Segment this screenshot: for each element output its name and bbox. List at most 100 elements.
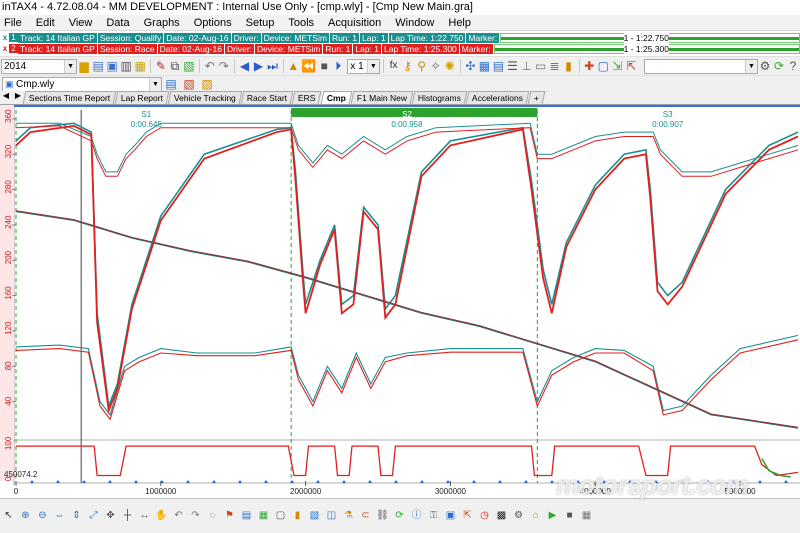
zoom-y-icon[interactable]: ⇕ — [70, 509, 84, 523]
tab-add[interactable]: + — [527, 91, 546, 104]
tab-race-start[interactable]: Race Start — [240, 91, 294, 104]
search-icon[interactable]: ⚲ — [416, 58, 428, 74]
flag-icon[interactable]: ⚑ — [223, 509, 237, 523]
stop-icon[interactable]: ■ — [318, 58, 330, 74]
menu-acquisition[interactable]: Acquisition — [321, 15, 388, 31]
stack-icon[interactable]: ≣ — [549, 58, 561, 74]
chevron-down-icon[interactable]: ▼ — [64, 59, 77, 73]
lap-timeline[interactable]: 1 - 1:25.300 — [493, 43, 800, 54]
run-row[interactable]: x 2 Track: 14 Italian GP Session: Race Date:… — [0, 43, 800, 54]
measure-icon[interactable]: ↔ — [138, 509, 152, 523]
timer-icon[interactable]: ◷ — [478, 509, 492, 523]
chevron-down-icon[interactable]: ▼ — [149, 77, 161, 91]
tab-scroll-left-icon[interactable]: ◀ — [1, 88, 11, 104]
next-icon[interactable]: ▶ — [253, 58, 265, 74]
paste-icon[interactable]: ▧ — [183, 58, 195, 74]
tab-lap-report[interactable]: Lap Report — [114, 91, 170, 104]
chevron-down-icon[interactable]: ▼ — [366, 59, 379, 73]
save-icon[interactable]: ▣ — [106, 58, 118, 74]
export-icon[interactable]: ⇱ — [461, 509, 475, 523]
tag-icon[interactable]: ⌂ — [529, 509, 543, 523]
open-icon[interactable]: ▤ — [92, 58, 104, 74]
export-icon[interactable]: ▦ — [134, 58, 146, 74]
telemetry-chart[interactable]: 360 320 280 240 200 160 120 80 40 100 0 S10:00.645 S… — [0, 105, 800, 495]
tab-f1-main-new[interactable]: F1 Main New — [350, 91, 414, 104]
color-grid-icon[interactable]: ✚ — [583, 58, 595, 74]
checker-icon[interactable]: ▩ — [495, 509, 509, 523]
lightbulb-icon[interactable]: ✺ — [444, 58, 456, 74]
overlay-icon[interactable]: ▧ — [308, 509, 322, 523]
settings-icon[interactable]: ⚙ — [759, 58, 771, 74]
undo-icon[interactable]: ↶ — [204, 58, 216, 74]
grid-icon[interactable]: ▦ — [580, 509, 594, 523]
import-icon[interactable]: ⇲ — [611, 58, 623, 74]
speed-combo[interactable]: x 1 ▼ — [347, 58, 380, 74]
copy-icon[interactable]: ⧉ — [169, 58, 181, 74]
year-combo[interactable]: 2014 ▼ — [1, 58, 78, 74]
delete-layout-icon[interactable]: ▨ — [199, 76, 215, 92]
run-row[interactable]: x 1 Track: 14 Italian GP Session: Qualify Da… — [0, 32, 800, 43]
save-icon[interactable]: ▣ — [444, 509, 458, 523]
play-icon[interactable]: ▶ — [546, 509, 560, 523]
chevron-down-icon[interactable]: ▼ — [744, 59, 757, 73]
redo-icon[interactable]: ↷ — [189, 509, 203, 523]
pan-icon[interactable]: ✥ — [104, 509, 118, 523]
table-icon[interactable]: ▦ — [257, 509, 271, 523]
rewind-icon[interactable]: ⏪ — [301, 58, 316, 74]
cursor-icon[interactable]: ┼ — [121, 509, 135, 523]
filter-icon[interactable]: ⚗ — [342, 509, 356, 523]
close-run-icon[interactable]: x — [1, 44, 9, 53]
grid-icon[interactable]: ▦ — [478, 58, 490, 74]
menu-setup[interactable]: Setup — [239, 15, 282, 31]
function-icon[interactable]: fx — [388, 58, 400, 74]
folder-icon[interactable]: ▆ — [78, 58, 90, 74]
info-icon[interactable]: ⓘ — [410, 509, 424, 523]
track-icon[interactable]: ▲ — [287, 58, 299, 74]
tab-accelerations[interactable]: Accelerations — [465, 91, 530, 104]
split-icon[interactable]: ◫ — [325, 509, 339, 523]
tab-vehicle-tracking[interactable]: Vehicle Tracking — [167, 91, 243, 104]
menu-file[interactable]: File — [0, 15, 29, 31]
help-icon[interactable]: ? — [787, 58, 799, 74]
zoom-fit-icon[interactable]: ⤢ — [87, 509, 101, 523]
tools-icon[interactable]: ✎ — [155, 58, 167, 74]
menu-options[interactable]: Options — [187, 15, 239, 31]
lock-icon[interactable]: ⚿ — [427, 509, 441, 523]
tab-histograms[interactable]: Histograms — [411, 91, 468, 104]
tab-ers[interactable]: ERS — [292, 91, 323, 104]
menu-data[interactable]: Data — [99, 15, 136, 31]
box-icon[interactable]: ▢ — [274, 509, 288, 523]
chart-icon[interactable]: ▤ — [240, 509, 254, 523]
pointer-icon[interactable]: ↖ — [2, 509, 16, 523]
prev-icon[interactable]: ◀ — [239, 58, 251, 74]
table-icon[interactable]: ▤ — [492, 58, 504, 74]
display-combo[interactable]: ▼ — [644, 58, 758, 74]
menu-view[interactable]: View — [62, 15, 100, 31]
lap-timeline[interactable]: 1 - 1:22.750 — [500, 32, 800, 43]
wrench-icon[interactable]: ✧ — [430, 58, 442, 74]
magnet-icon[interactable]: ⊂ — [359, 509, 373, 523]
redo-icon[interactable]: ↷ — [218, 58, 230, 74]
tab-scroll-right-icon[interactable]: ▶ — [13, 88, 23, 104]
undo-icon[interactable]: ↶ — [172, 509, 186, 523]
refresh-icon[interactable]: ⟳ — [773, 58, 785, 74]
hand-icon[interactable]: ✋ — [155, 509, 169, 523]
list-icon[interactable]: ☰ — [506, 58, 518, 74]
window-icon[interactable]: ▢ — [597, 58, 609, 74]
compass-icon[interactable]: ✣ — [464, 58, 476, 74]
ruler-icon[interactable]: ⊥ — [520, 58, 532, 74]
clipboard-icon[interactable]: ▭ — [534, 58, 546, 74]
zoom-in-icon[interactable]: ⊕ — [19, 509, 33, 523]
zoom-out-icon[interactable]: ⊖ — [36, 509, 50, 523]
bars-icon[interactable]: ▮ — [563, 58, 575, 74]
add-layout-icon[interactable]: ▧ — [181, 76, 197, 92]
export-table-icon[interactable]: ⇱ — [625, 58, 637, 74]
lasso-icon[interactable]: ◌ — [206, 509, 220, 523]
zoom-x-icon[interactable]: ⇔ — [53, 509, 67, 523]
menu-tools[interactable]: Tools — [281, 15, 321, 31]
bars-icon[interactable]: ▮ — [291, 509, 305, 523]
link-icon[interactable]: ⛓ — [376, 509, 390, 523]
refresh-icon[interactable]: ⟳ — [393, 509, 407, 523]
menu-help[interactable]: Help — [441, 15, 478, 31]
fast-forward-icon[interactable]: ⏭ — [267, 58, 279, 74]
